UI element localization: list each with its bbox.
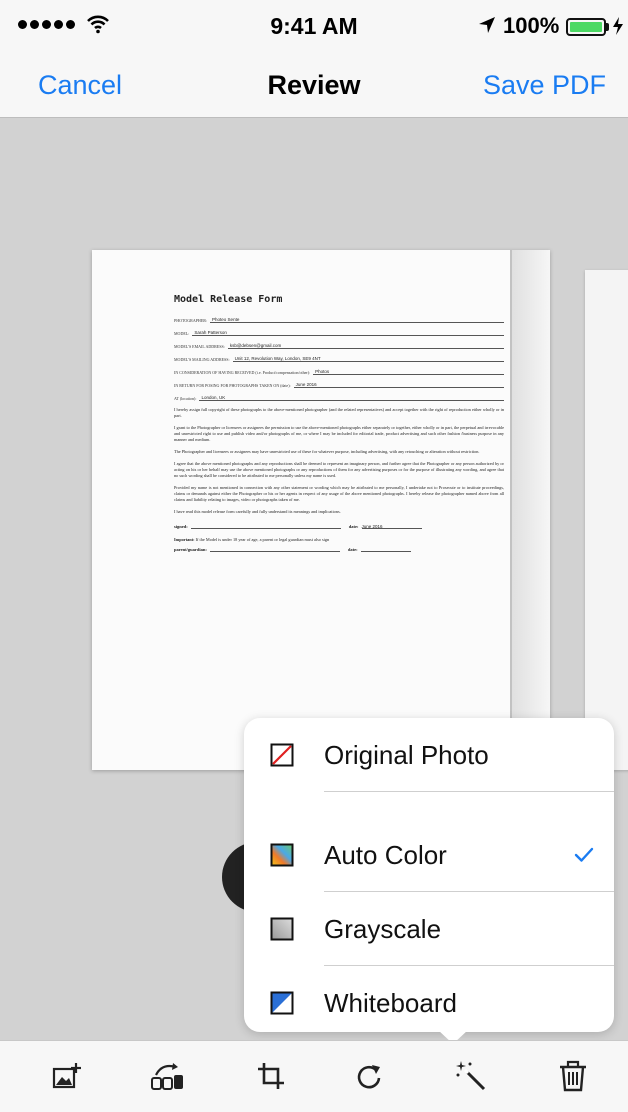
location-arrow-icon	[479, 17, 495, 33]
field-value: ksb@debsen@gmail.com	[227, 343, 504, 349]
magic-wand-button[interactable]	[454, 1059, 488, 1093]
whiteboard-icon	[270, 991, 294, 1015]
guardian-label: parent/guardian:	[174, 547, 207, 552]
field-label: MODEL:	[174, 331, 190, 336]
document-field-row: MODEL'S MAILING ADDRESS: Unit 12, Revolut…	[174, 350, 504, 362]
grayscale-icon	[270, 917, 294, 941]
menu-item-label: Auto Color	[324, 839, 447, 870]
menu-item-label: Whiteboard	[324, 987, 457, 1018]
important-label: Important:	[174, 537, 195, 542]
rotate-icon	[357, 1065, 381, 1089]
guardian-signature-line	[209, 547, 340, 552]
field-value: June 2016	[293, 382, 504, 388]
signature-line	[190, 524, 341, 529]
delete-button[interactable]	[556, 1059, 590, 1093]
document-field-row: IN RETURN FOR POSING FOR PHOTOGRAPHS TAK…	[174, 376, 504, 388]
field-label: MODEL'S EMAIL ADDRESS:	[174, 344, 225, 349]
document-paragraphs: I hereby assign full copyright of these …	[174, 407, 504, 515]
field-value: Unit 12, Revolution Way, London, SE9 4NT	[232, 356, 504, 362]
add-page-button[interactable]	[50, 1059, 84, 1093]
field-label: IN RETURN FOR POSING FOR PHOTOGRAPHS TAK…	[174, 383, 291, 388]
important-note: Important: If the Model is under 18 year…	[174, 537, 504, 542]
document-field-row: IN CONSIDERATION OF HAVING RECEIVED (i.e…	[174, 363, 504, 375]
document-paragraph: I have read this model release form care…	[174, 509, 341, 514]
document-paragraph: Provided my name is not mentioned in con…	[174, 485, 504, 502]
menu-item-label: Original Photo	[324, 739, 489, 770]
menu-item-whiteboard[interactable]: Whiteboard	[244, 966, 614, 1040]
document-content: Model Release Form PHOTOGRAPHER: Photeo S…	[174, 294, 504, 552]
crop-button[interactable]	[254, 1059, 288, 1093]
status-bar: 9:41 AM 100%	[0, 0, 628, 56]
rotate-button[interactable]	[352, 1059, 386, 1093]
checkmark-icon	[574, 847, 594, 862]
next-page-thumbnail[interactable]	[585, 270, 628, 770]
field-value: Sarah Patterson	[192, 330, 504, 336]
field-value: Photos	[313, 369, 504, 375]
document-title: Model Release Form	[174, 294, 283, 305]
document-paragraph: I agree that the above mentioned photogr…	[174, 461, 504, 478]
document-paragraph: I grant to the Photographer or licensees…	[174, 425, 504, 442]
guardian-date-label: date:	[347, 547, 358, 552]
field-value: Photeo Sente	[210, 317, 504, 323]
battery-icon	[566, 18, 610, 36]
guardian-date-line	[360, 547, 411, 552]
menu-item-label: Grayscale	[324, 913, 442, 944]
menu-item-grayscale[interactable]: Grayscale	[244, 892, 614, 966]
signed-label: signed:	[174, 524, 188, 529]
page-edge-shadow	[512, 250, 550, 770]
charging-bolt-icon	[613, 17, 623, 35]
filters-button[interactable]	[150, 1059, 184, 1093]
field-label: PHOTOGRAPHER:	[174, 318, 208, 323]
filter-popover-menu: Original Photo Auto Color Grayscale Whit…	[244, 718, 614, 1032]
document-field-row: AT (location): London, UK	[174, 389, 504, 401]
magic-wand-icon	[456, 1061, 486, 1091]
original-photo-icon	[270, 743, 294, 767]
field-value: London, UK	[199, 395, 504, 401]
crop-icon	[258, 1063, 284, 1089]
document-paragraph: I hereby assign full copyright of these …	[174, 407, 504, 418]
document-field-row: MODEL: Sarah Patterson	[174, 324, 504, 336]
filter-cars-icon	[151, 1063, 183, 1090]
navigation-bar: Cancel Review Save PDF	[0, 56, 628, 118]
document-paragraph: The Photographer and licensees or assign…	[174, 449, 480, 454]
field-label: AT (location):	[174, 396, 197, 401]
date-label: date:	[348, 524, 359, 529]
auto-color-icon	[270, 843, 294, 867]
document-fields: PHOTOGRAPHER: Photeo Sente MODEL: Sarah Pat…	[174, 311, 504, 401]
bottom-toolbar	[0, 1040, 628, 1112]
add-page-icon	[52, 1063, 81, 1089]
important-text: If the Model is under 18 year of age, a …	[195, 537, 330, 542]
battery-percentage: 100%	[503, 13, 560, 38]
field-label: MODEL'S MAILING ADDRESS:	[174, 357, 230, 362]
scanned-document-page[interactable]: Model Release Form PHOTOGRAPHER: Photeo S…	[92, 250, 550, 770]
field-label: IN CONSIDERATION OF HAVING RECEIVED (i.e…	[174, 370, 311, 375]
date-value: June 2016	[361, 524, 422, 529]
save-pdf-button[interactable]: Save PDF	[483, 70, 606, 101]
signature-row: signed: date: June 2016	[174, 524, 504, 529]
trash-icon	[560, 1060, 586, 1092]
menu-item-original-photo[interactable]: Original Photo	[244, 718, 614, 792]
document-field-row: MODEL'S EMAIL ADDRESS: ksb@debsen@gmail.c…	[174, 337, 504, 349]
menu-item-auto-color[interactable]: Auto Color	[244, 818, 614, 892]
document-field-row: PHOTOGRAPHER: Photeo Sente	[174, 311, 504, 323]
guardian-row: parent/guardian: date:	[174, 547, 504, 552]
